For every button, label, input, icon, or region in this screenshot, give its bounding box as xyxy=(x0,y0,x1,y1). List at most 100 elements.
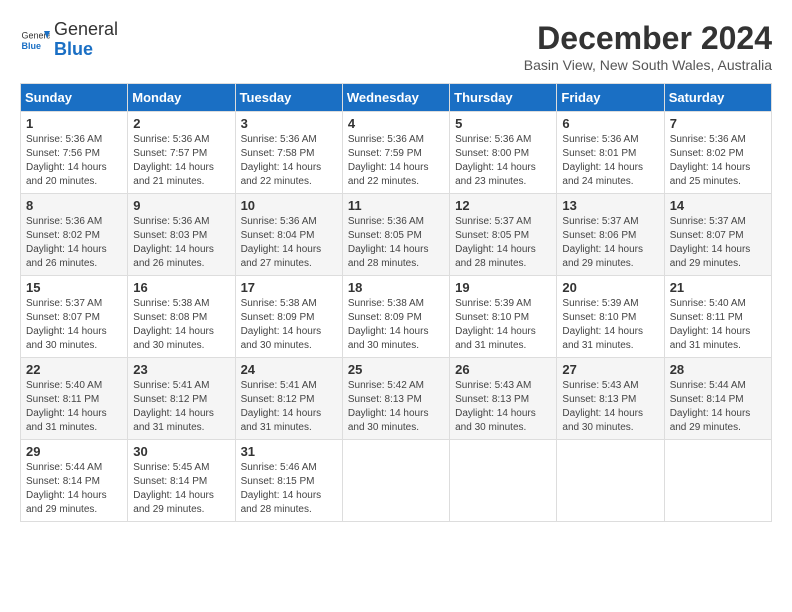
day-info: Sunrise: 5:46 AMSunset: 8:15 PMDaylight:… xyxy=(241,461,337,517)
page-title: December 2024 xyxy=(524,20,772,57)
day-info: Sunrise: 5:36 AMSunset: 7:59 PMDaylight:… xyxy=(348,133,444,189)
day-number: 1 xyxy=(26,116,122,131)
day-number: 14 xyxy=(670,198,766,213)
day-info: Sunrise: 5:45 AMSunset: 8:14 PMDaylight:… xyxy=(133,461,229,517)
calendar-cell xyxy=(450,440,557,522)
title-section: December 2024 Basin View, New South Wale… xyxy=(524,20,772,73)
day-info: Sunrise: 5:36 AMSunset: 7:56 PMDaylight:… xyxy=(26,133,122,189)
day-info: Sunrise: 5:42 AMSunset: 8:13 PMDaylight:… xyxy=(348,379,444,435)
calendar-cell xyxy=(664,440,771,522)
calendar-cell: 31 Sunrise: 5:46 AMSunset: 8:15 PMDayligh… xyxy=(235,440,342,522)
day-info: Sunrise: 5:39 AMSunset: 8:10 PMDaylight:… xyxy=(562,297,658,353)
calendar-cell: 8 Sunrise: 5:36 AMSunset: 8:02 PMDaylight… xyxy=(21,194,128,276)
day-info: Sunrise: 5:36 AMSunset: 8:01 PMDaylight:… xyxy=(562,133,658,189)
calendar-cell: 20 Sunrise: 5:39 AMSunset: 8:10 PMDayligh… xyxy=(557,276,664,358)
calendar-week-5: 29 Sunrise: 5:44 AMSunset: 8:14 PMDayligh… xyxy=(21,440,772,522)
day-number: 6 xyxy=(562,116,658,131)
day-info: Sunrise: 5:36 AMSunset: 8:02 PMDaylight:… xyxy=(26,215,122,271)
calendar-cell: 9Sunrise: 5:36 AMSunset: 8:03 PMDaylight… xyxy=(128,194,235,276)
day-info: Sunrise: 5:36 AMSunset: 8:00 PMDaylight:… xyxy=(455,133,551,189)
calendar-week-3: 15 Sunrise: 5:37 AMSunset: 8:07 PMDayligh… xyxy=(21,276,772,358)
header: General Blue General Blue December 2024 … xyxy=(20,20,772,73)
calendar-header-saturday: Saturday xyxy=(664,84,771,112)
day-info: Sunrise: 5:36 AMSunset: 8:03 PMDaylight:… xyxy=(133,215,229,271)
day-info: Sunrise: 5:38 AMSunset: 8:09 PMDaylight:… xyxy=(241,297,337,353)
day-number: 21 xyxy=(670,280,766,295)
calendar-cell: 4Sunrise: 5:36 AMSunset: 7:59 PMDaylight… xyxy=(342,112,449,194)
day-number: 31 xyxy=(241,444,337,459)
day-number: 22 xyxy=(26,362,122,377)
day-number: 17 xyxy=(241,280,337,295)
day-number: 16 xyxy=(133,280,229,295)
day-info: Sunrise: 5:36 AMSunset: 8:04 PMDaylight:… xyxy=(241,215,337,271)
day-info: Sunrise: 5:36 AMSunset: 7:57 PMDaylight:… xyxy=(133,133,229,189)
day-info: Sunrise: 5:40 AMSunset: 8:11 PMDaylight:… xyxy=(670,297,766,353)
day-number: 24 xyxy=(241,362,337,377)
day-number: 20 xyxy=(562,280,658,295)
calendar-table: SundayMondayTuesdayWednesdayThursdayFrid… xyxy=(20,83,772,522)
calendar-header-row: SundayMondayTuesdayWednesdayThursdayFrid… xyxy=(21,84,772,112)
day-number: 28 xyxy=(670,362,766,377)
day-number: 2 xyxy=(133,116,229,131)
day-info: Sunrise: 5:43 AMSunset: 8:13 PMDaylight:… xyxy=(562,379,658,435)
calendar-cell: 21 Sunrise: 5:40 AMSunset: 8:11 PMDayligh… xyxy=(664,276,771,358)
day-number: 23 xyxy=(133,362,229,377)
day-info: Sunrise: 5:44 AMSunset: 8:14 PMDaylight:… xyxy=(26,461,122,517)
day-info: Sunrise: 5:37 AMSunset: 8:07 PMDaylight:… xyxy=(26,297,122,353)
day-number: 10 xyxy=(241,198,337,213)
day-number: 15 xyxy=(26,280,122,295)
calendar-cell: 1 Sunrise: 5:36 AMSunset: 7:56 PMDaylight… xyxy=(21,112,128,194)
day-number: 29 xyxy=(26,444,122,459)
calendar-cell: 22 Sunrise: 5:40 AMSunset: 8:11 PMDayligh… xyxy=(21,358,128,440)
day-info: Sunrise: 5:41 AMSunset: 8:12 PMDaylight:… xyxy=(241,379,337,435)
calendar-cell: 2 Sunrise: 5:36 AMSunset: 7:57 PMDaylight… xyxy=(128,112,235,194)
day-number: 27 xyxy=(562,362,658,377)
calendar-cell: 19 Sunrise: 5:39 AMSunset: 8:10 PMDayligh… xyxy=(450,276,557,358)
calendar-cell: 26 Sunrise: 5:43 AMSunset: 8:13 PMDayligh… xyxy=(450,358,557,440)
calendar-cell: 30 Sunrise: 5:45 AMSunset: 8:14 PMDayligh… xyxy=(128,440,235,522)
day-number: 13 xyxy=(562,198,658,213)
day-info: Sunrise: 5:44 AMSunset: 8:14 PMDaylight:… xyxy=(670,379,766,435)
day-info: Sunrise: 5:36 AMSunset: 7:58 PMDaylight:… xyxy=(241,133,337,189)
day-number: 3 xyxy=(241,116,337,131)
day-info: Sunrise: 5:36 AMSunset: 8:02 PMDaylight:… xyxy=(670,133,766,189)
calendar-cell: 3 Sunrise: 5:36 AMSunset: 7:58 PMDaylight… xyxy=(235,112,342,194)
calendar-cell: 29 Sunrise: 5:44 AMSunset: 8:14 PMDayligh… xyxy=(21,440,128,522)
day-info: Sunrise: 5:43 AMSunset: 8:13 PMDaylight:… xyxy=(455,379,551,435)
calendar-cell: 16Sunrise: 5:38 AMSunset: 8:08 PMDayligh… xyxy=(128,276,235,358)
day-info: Sunrise: 5:36 AMSunset: 8:05 PMDaylight:… xyxy=(348,215,444,271)
day-number: 11 xyxy=(348,198,444,213)
calendar-cell: 27 Sunrise: 5:43 AMSunset: 8:13 PMDayligh… xyxy=(557,358,664,440)
day-info: Sunrise: 5:37 AMSunset: 8:07 PMDaylight:… xyxy=(670,215,766,271)
calendar-cell: 5Sunrise: 5:36 AMSunset: 8:00 PMDaylight… xyxy=(450,112,557,194)
day-number: 19 xyxy=(455,280,551,295)
calendar-week-4: 22 Sunrise: 5:40 AMSunset: 8:11 PMDayligh… xyxy=(21,358,772,440)
calendar-cell: 6 Sunrise: 5:36 AMSunset: 8:01 PMDaylight… xyxy=(557,112,664,194)
day-number: 30 xyxy=(133,444,229,459)
day-number: 8 xyxy=(26,198,122,213)
calendar-cell: 7Sunrise: 5:36 AMSunset: 8:02 PMDaylight… xyxy=(664,112,771,194)
calendar-header-thursday: Thursday xyxy=(450,84,557,112)
day-info: Sunrise: 5:40 AMSunset: 8:11 PMDaylight:… xyxy=(26,379,122,435)
day-number: 12 xyxy=(455,198,551,213)
logo: General Blue General Blue xyxy=(20,20,118,60)
day-number: 26 xyxy=(455,362,551,377)
calendar-cell: 28 Sunrise: 5:44 AMSunset: 8:14 PMDayligh… xyxy=(664,358,771,440)
calendar-cell: 11 Sunrise: 5:36 AMSunset: 8:05 PMDayligh… xyxy=(342,194,449,276)
calendar-header-tuesday: Tuesday xyxy=(235,84,342,112)
day-info: Sunrise: 5:37 AMSunset: 8:06 PMDaylight:… xyxy=(562,215,658,271)
calendar-header-friday: Friday xyxy=(557,84,664,112)
calendar-week-1: 1 Sunrise: 5:36 AMSunset: 7:56 PMDaylight… xyxy=(21,112,772,194)
calendar-cell: 15 Sunrise: 5:37 AMSunset: 8:07 PMDayligh… xyxy=(21,276,128,358)
calendar-cell: 25 Sunrise: 5:42 AMSunset: 8:13 PMDayligh… xyxy=(342,358,449,440)
calendar-header-sunday: Sunday xyxy=(21,84,128,112)
day-number: 25 xyxy=(348,362,444,377)
day-info: Sunrise: 5:41 AMSunset: 8:12 PMDaylight:… xyxy=(133,379,229,435)
calendar-cell: 17 Sunrise: 5:38 AMSunset: 8:09 PMDayligh… xyxy=(235,276,342,358)
day-info: Sunrise: 5:39 AMSunset: 8:10 PMDaylight:… xyxy=(455,297,551,353)
calendar-cell: 12Sunrise: 5:37 AMSunset: 8:05 PMDayligh… xyxy=(450,194,557,276)
calendar-header-wednesday: Wednesday xyxy=(342,84,449,112)
calendar-cell xyxy=(342,440,449,522)
calendar-cell: 24 Sunrise: 5:41 AMSunset: 8:12 PMDayligh… xyxy=(235,358,342,440)
logo-text: General Blue xyxy=(54,20,118,60)
